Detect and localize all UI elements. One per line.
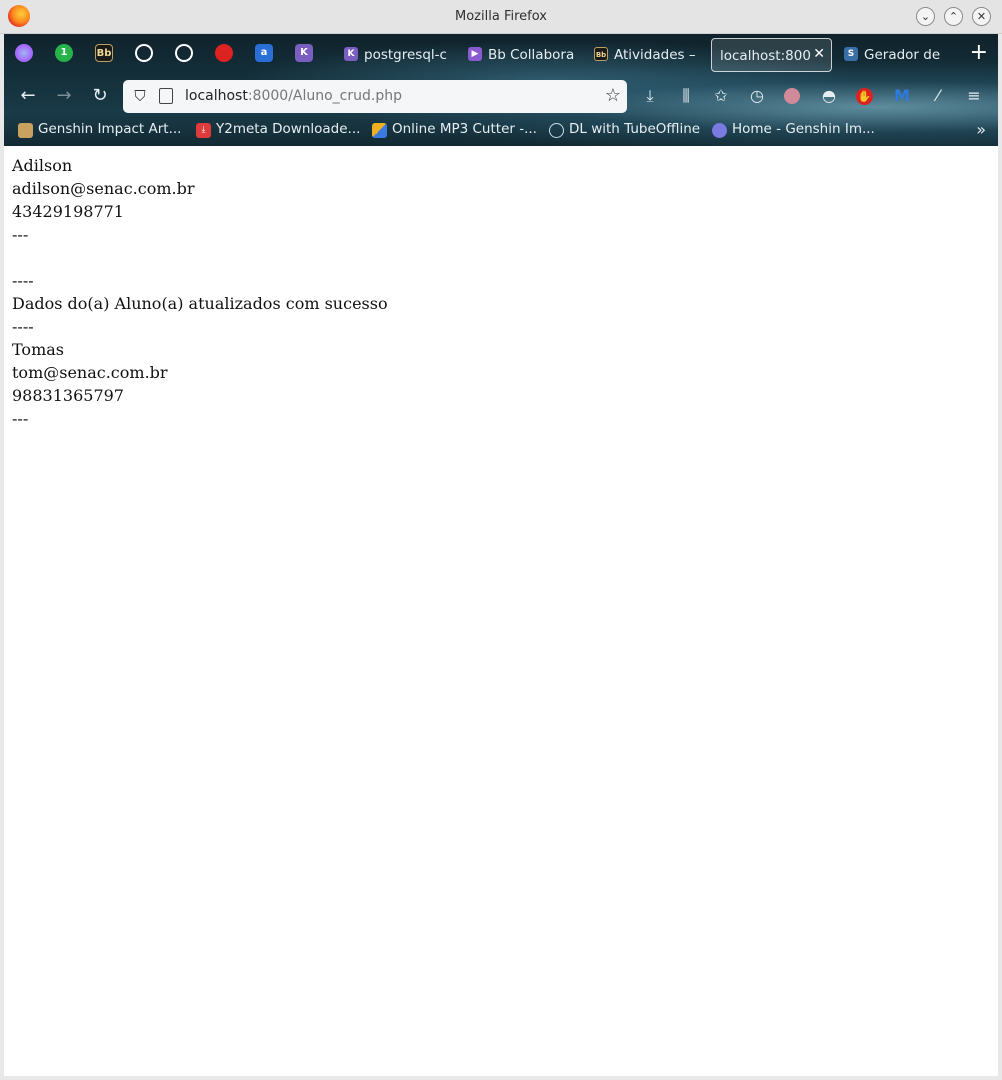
close-tab-icon[interactable]: ✕ — [813, 46, 825, 62]
minimize-button[interactable]: ⌄ — [916, 7, 935, 26]
page-content: Adilson adilson@senac.com.br 43429198771… — [4, 146, 998, 1076]
extension-avatar-icon[interactable] — [784, 88, 800, 104]
bookmark-star-icon[interactable]: ☆ — [605, 85, 621, 106]
blackboard-icon: Bb — [594, 47, 608, 61]
tab-strip: 1 Bb a K K postgresql-c ▶ Bb Collabora B… — [4, 34, 998, 74]
library-icon[interactable]: ⫼ — [676, 86, 696, 106]
shield-icon[interactable]: ⛉ — [131, 87, 149, 105]
collaborate-icon: ▶ — [468, 47, 482, 61]
bookmarks-bar: Genshin Impact Art... ⤓ Y2meta Downloade… — [4, 118, 998, 144]
blackboard-icon[interactable]: Bb — [95, 44, 113, 62]
bookmarks-overflow-icon[interactable]: » — [976, 120, 986, 139]
download-icon: ⤓ — [196, 123, 211, 138]
python-icon: S — [844, 47, 858, 61]
student-name: Tomas — [12, 340, 64, 359]
eyedropper-icon[interactable]: ⁄ — [928, 86, 948, 106]
success-message: Dados do(a) Aluno(a) atualizados com suc… — [12, 294, 388, 313]
php-output: Adilson adilson@senac.com.br 43429198771… — [12, 154, 388, 430]
discord-icon — [712, 123, 727, 138]
tab-postgresql[interactable]: K postgresql-c — [338, 38, 450, 72]
heroku-icon[interactable]: K — [295, 44, 313, 62]
navigation-bar: ← → ↻ ⛉ localhost:8000/Aluno_crud.php ☆ … — [4, 78, 998, 116]
github-icon[interactable] — [175, 44, 193, 62]
close-window-button[interactable]: ✕ — [972, 7, 991, 26]
student-email: adilson@senac.com.br — [12, 179, 195, 198]
globe-icon — [549, 123, 564, 138]
firefox-view-icon[interactable] — [15, 44, 33, 62]
whatsapp-icon[interactable]: 1 — [55, 44, 73, 62]
back-arrow-icon[interactable]: ← — [18, 86, 38, 106]
student-phone: 98831365797 — [12, 386, 124, 405]
student-name: Adilson — [12, 156, 73, 175]
github-icon[interactable] — [135, 44, 153, 62]
pocket-icon[interactable]: ✩ — [711, 86, 731, 106]
separator: --- — [12, 225, 29, 244]
adblock-icon[interactable]: ✋ — [856, 88, 873, 105]
reload-icon[interactable]: ↻ — [90, 86, 110, 106]
tab-gerador[interactable]: S Gerador de — [838, 38, 948, 72]
student-email: tom@senac.com.br — [12, 363, 168, 382]
student-phone: 43429198771 — [12, 202, 124, 221]
window-titlebar: Mozilla Firefox ⌄ ⌃ ✕ — [0, 0, 1002, 34]
downloads-icon[interactable]: ⤓ — [640, 86, 660, 106]
url-bar[interactable]: ⛉ localhost:8000/Aluno_crud.php ☆ — [123, 80, 627, 113]
extension-icon[interactable] — [215, 44, 233, 62]
separator: ---- — [12, 317, 34, 336]
maximize-button[interactable]: ⌃ — [944, 7, 963, 26]
forward-arrow-icon[interactable]: → — [54, 86, 74, 106]
cutter-icon — [372, 123, 387, 138]
separator: ---- — [12, 271, 34, 290]
disguise-icon[interactable]: ◓ — [819, 86, 839, 106]
new-tab-button[interactable]: + — [970, 40, 988, 65]
history-icon[interactable]: ◷ — [747, 86, 767, 106]
malwarebytes-icon[interactable]: M — [892, 86, 912, 106]
tab-bb-collaborate[interactable]: ▶ Bb Collabora — [462, 38, 580, 72]
bookmark-icon — [18, 123, 33, 138]
separator: --- — [12, 409, 29, 428]
amazon-icon[interactable]: a — [255, 44, 273, 62]
browser-chrome: 1 Bb a K K postgresql-c ▶ Bb Collabora B… — [4, 34, 998, 146]
url-text[interactable]: localhost:8000/Aluno_crud.php — [185, 88, 402, 104]
menu-icon[interactable]: ≡ — [964, 86, 984, 106]
page-info-icon[interactable] — [159, 88, 173, 104]
tab-localhost[interactable]: localhost:800 ✕ — [711, 38, 832, 72]
tab-atividades[interactable]: Bb Atividades – — [588, 38, 698, 72]
heroku-icon: K — [344, 47, 358, 61]
window-title: Mozilla Firefox — [455, 9, 547, 24]
